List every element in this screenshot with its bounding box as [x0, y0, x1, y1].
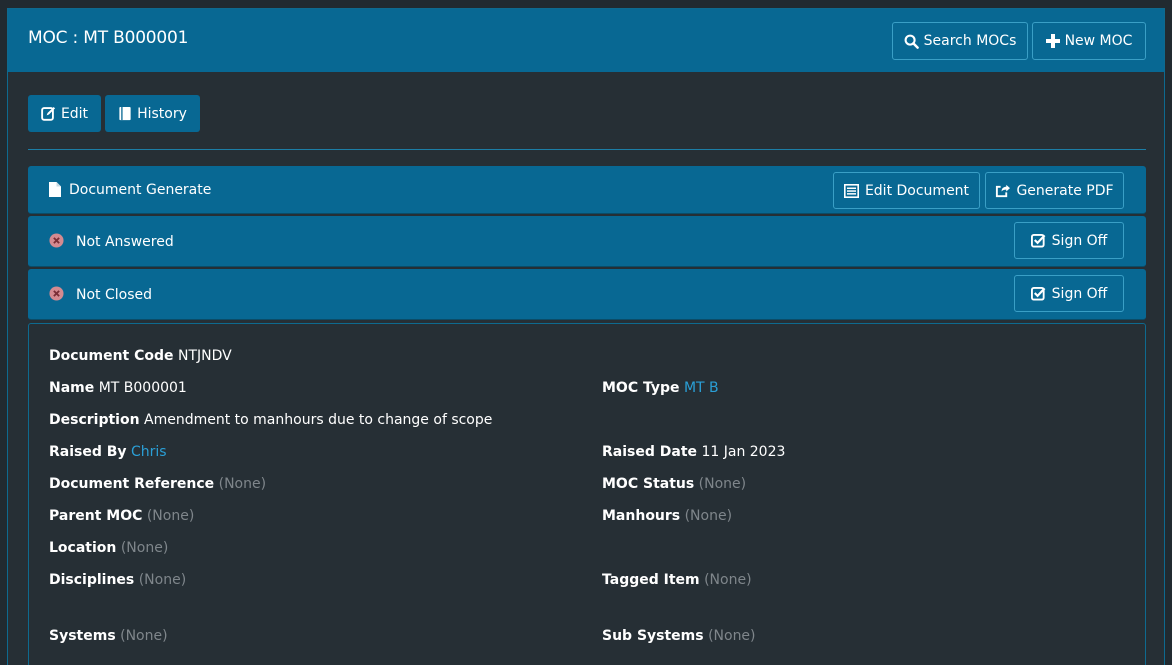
sub-systems-field: Sub Systems (None)	[602, 628, 756, 644]
edit-icon	[41, 106, 56, 121]
field-label: Sub Systems	[602, 628, 704, 644]
document-reference-field: Document Reference (None)	[49, 476, 266, 492]
not-closed-panel: Not Closed Sign Off	[28, 269, 1146, 320]
field-value: (None)	[218, 476, 267, 492]
moc-status-field: MOC Status (None)	[602, 476, 746, 492]
manhours-field: Manhours (None)	[602, 508, 732, 524]
sign-off-label: Sign Off	[1051, 232, 1108, 249]
book-icon	[118, 106, 132, 121]
field-value: (None)	[138, 572, 187, 588]
new-moc-button[interactable]: New MOC	[1032, 22, 1146, 60]
edit-document-label: Edit Document	[864, 182, 970, 199]
field-label: Parent MOC	[49, 508, 143, 524]
field-label: Name	[49, 380, 95, 396]
field-value: (None)	[146, 508, 195, 524]
search-mocs-label: Search MOCs	[923, 33, 1017, 49]
disciplines-field: Disciplines (None)	[49, 572, 186, 588]
file-icon	[49, 182, 61, 201]
moc-type-field: MOC Type MT B	[602, 380, 719, 396]
list-alt-icon	[843, 183, 859, 198]
new-moc-label: New MOC	[1064, 33, 1133, 49]
search-mocs-button[interactable]: Search MOCs	[892, 22, 1028, 60]
sign-off-button[interactable]: Sign Off	[1014, 222, 1124, 259]
field-label: MOC Type	[602, 380, 680, 396]
name-field: Name MT B000001	[49, 380, 187, 396]
raised-by-link[interactable]: Chris	[131, 444, 167, 460]
plus-icon	[1045, 34, 1060, 48]
field-value: Amendment to manhours due to change of s…	[144, 412, 493, 428]
card-header: MOC : MT B000001 Search MOCs New MOC	[8, 9, 1164, 72]
sign-off-button[interactable]: Sign Off	[1014, 275, 1124, 312]
not-answered-panel: Not Answered Sign Off	[28, 216, 1146, 267]
field-label: Tagged Item	[602, 572, 700, 588]
moc-details-panel: Document Code NTJNDV Name MT B000001 MOC…	[28, 323, 1146, 665]
error-circle-icon	[49, 233, 64, 252]
field-label: Raised By	[49, 444, 127, 460]
field-value: (None)	[684, 508, 733, 524]
sign-off-label: Sign Off	[1051, 285, 1108, 302]
field-label: Disciplines	[49, 572, 135, 588]
document-code-field: Document Code NTJNDV	[49, 348, 232, 364]
edit-document-button[interactable]: Edit Document	[833, 172, 980, 209]
field-label: Location	[49, 540, 117, 556]
tagged-item-field: Tagged Item (None)	[602, 572, 752, 588]
raised-date-field: Raised Date 11 Jan 2023	[602, 444, 785, 460]
parent-moc-field: Parent MOC (None)	[49, 508, 194, 524]
not-answered-label: Not Answered	[76, 234, 174, 250]
search-icon	[904, 34, 919, 49]
field-label: MOC Status	[602, 476, 695, 492]
generate-pdf-label: Generate PDF	[1016, 182, 1114, 199]
edit-label: Edit	[60, 105, 89, 122]
history-button[interactable]: History	[105, 95, 200, 132]
field-value: 11 Jan 2023	[701, 444, 786, 460]
field-label: Document Code	[49, 348, 174, 364]
moc-type-link[interactable]: MT B	[684, 380, 719, 396]
location-field: Location (None)	[49, 540, 168, 556]
error-circle-icon	[49, 286, 64, 305]
field-value: (None)	[704, 572, 752, 588]
divider	[28, 149, 1146, 150]
check-square-icon	[1030, 286, 1046, 301]
field-label: Description	[49, 412, 140, 428]
field-value: (None)	[120, 540, 169, 556]
moc-card: MOC : MT B000001 Search MOCs New MOC Edi…	[7, 8, 1165, 665]
document-generate-panel: Document Generate Edit Document Generate…	[28, 166, 1146, 214]
generate-pdf-button[interactable]: Generate PDF	[985, 172, 1124, 209]
field-value: NTJNDV	[177, 348, 232, 364]
description-field: Description Amendment to manhours due to…	[49, 412, 492, 428]
share-square-icon	[995, 183, 1011, 198]
page-title: MOC : MT B000001	[28, 28, 189, 48]
check-square-icon	[1030, 233, 1046, 248]
systems-field: Systems (None)	[49, 628, 168, 644]
field-label: Raised Date	[602, 444, 698, 460]
field-value: (None)	[120, 628, 168, 644]
field-label: Document Reference	[49, 476, 215, 492]
field-value: (None)	[708, 628, 756, 644]
raised-by-field: Raised By Chris	[49, 444, 167, 460]
edit-button[interactable]: Edit	[28, 95, 101, 132]
field-label: Systems	[49, 628, 116, 644]
document-generate-label: Document Generate	[69, 182, 212, 198]
not-closed-label: Not Closed	[76, 287, 153, 303]
field-value: MT B000001	[98, 380, 187, 396]
field-label: Manhours	[602, 508, 681, 524]
field-value: (None)	[698, 476, 747, 492]
history-label: History	[137, 105, 187, 122]
